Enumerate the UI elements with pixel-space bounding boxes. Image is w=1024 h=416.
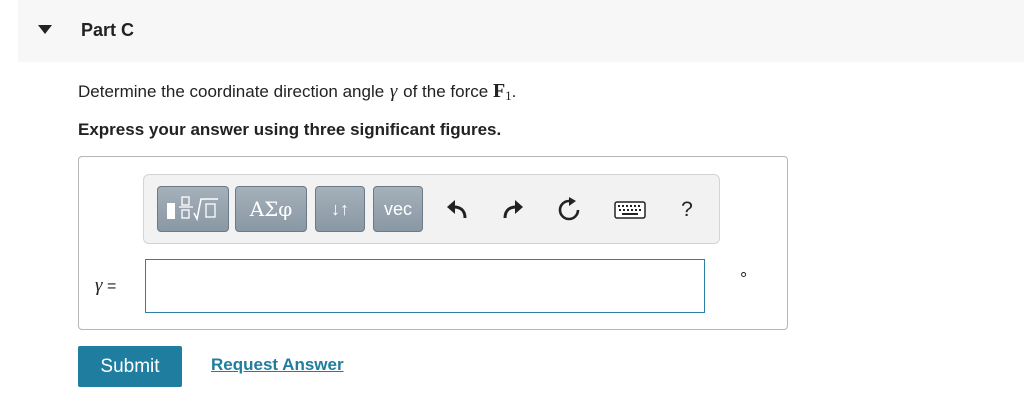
undo-icon[interactable] [442,195,472,225]
collapse-caret-icon[interactable] [38,25,52,34]
templates-button[interactable] [157,186,229,232]
degree-unit: ° [740,269,748,289]
keyboard-icon[interactable] [612,195,648,225]
equals-sign: = [106,278,117,295]
arrows-button[interactable]: ↓↑ [315,186,365,232]
answer-box: ΑΣφ ↓↑ vec ? γ = ° [78,156,788,330]
question-suffix: . [511,82,517,101]
part-header[interactable]: Part C [18,0,1024,62]
answer-input[interactable] [145,259,705,313]
help-button[interactable]: ? [672,195,702,225]
part-title: Part C [81,20,135,40]
vector-button[interactable]: vec [373,186,423,232]
templates-icon [167,196,218,222]
question-text: Determine the coordinate direction angle… [78,80,516,104]
question-prefix: Determine the coordinate direction angle [78,82,385,101]
math-toolbar: ΑΣφ ↓↑ vec ? [143,174,720,244]
answer-variable: γ [95,275,103,296]
submit-button[interactable]: Submit [78,346,182,387]
answer-variable-label: γ = [95,275,116,297]
instruction-text: Express your answer using three signific… [78,120,502,139]
question-middle: of the force [403,82,489,101]
reset-icon[interactable] [554,195,584,225]
redo-icon[interactable] [498,195,528,225]
request-answer-link[interactable]: Request Answer [211,355,344,375]
greek-symbols-button[interactable]: ΑΣφ [235,186,307,232]
force-symbol: F [492,80,506,102]
angle-symbol: γ [389,81,398,102]
